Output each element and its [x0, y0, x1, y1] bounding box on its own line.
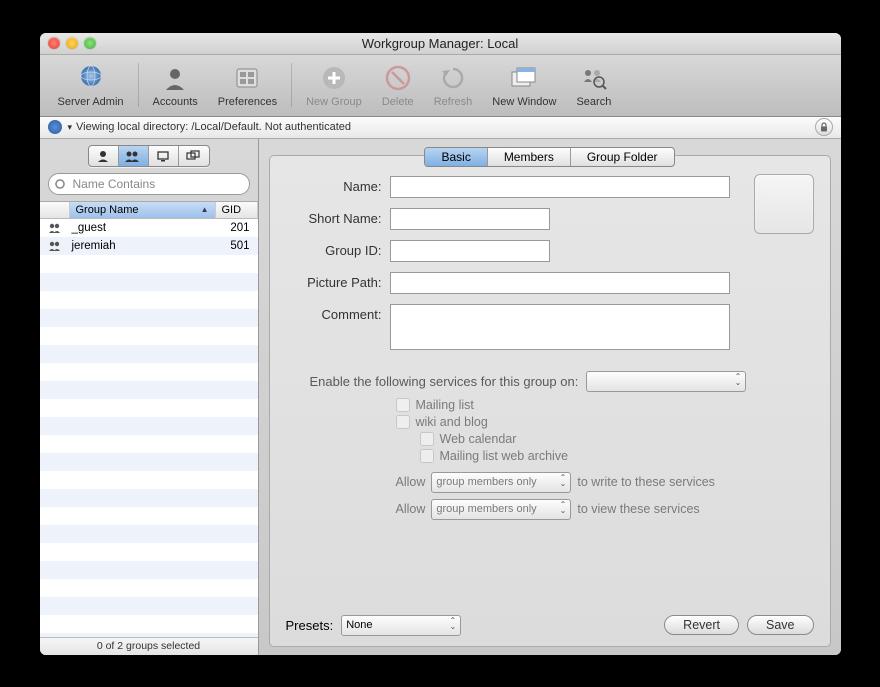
save-button[interactable]: Save	[747, 615, 814, 635]
globe-server-icon	[75, 62, 107, 94]
allow-view-label: Allow	[396, 502, 426, 516]
allow-view-suffix: to view these services	[577, 502, 699, 516]
window-close-button[interactable]	[48, 37, 60, 49]
toolbar-label: Accounts	[153, 96, 198, 108]
body: Group Name ▲ GID _guest 201	[40, 139, 841, 655]
toolbar-search[interactable]: Search	[566, 55, 621, 116]
tab-group-folder[interactable]: Group Folder	[571, 148, 674, 166]
name-label: Name:	[286, 176, 390, 194]
short-name-field[interactable]	[390, 208, 550, 230]
content: Basic Members Group Folder Name: Short N…	[259, 139, 841, 655]
person-icon	[159, 62, 191, 94]
toolbar-new-group[interactable]: New Group	[296, 55, 372, 116]
toolbar-label: New Group	[306, 96, 362, 108]
computer-groups-filter-tab[interactable]	[179, 146, 209, 166]
toolbar-label: Server Admin	[58, 96, 124, 108]
presets-select[interactable]: None	[341, 615, 461, 636]
table-row[interactable]: _guest 201	[40, 219, 258, 237]
group-id-label: Group ID:	[286, 240, 390, 258]
mailing-list-checkbox-row: Mailing list	[396, 398, 814, 412]
toolbar-new-window[interactable]: New Window	[482, 55, 566, 116]
picture-path-label: Picture Path:	[286, 272, 390, 290]
row-name: _guest	[70, 222, 216, 234]
group-icon	[40, 221, 70, 235]
group-table: Group Name ▲ GID _guest 201	[40, 201, 258, 637]
table-row[interactable]: jeremiah 501	[40, 237, 258, 255]
revert-button[interactable]: Revert	[664, 615, 739, 635]
allow-write-select[interactable]: group members only	[431, 472, 571, 493]
toolbar-accounts[interactable]: Accounts	[143, 55, 208, 116]
table-body[interactable]: _guest 201 jeremiah 501	[40, 219, 258, 637]
mailing-list-checkbox[interactable]	[396, 398, 410, 412]
preferences-icon	[231, 62, 263, 94]
detail-tabs: Basic Members Group Folder	[424, 147, 674, 167]
wiki-blog-checkbox-row: wiki and blog	[396, 415, 814, 429]
window-minimize-button[interactable]	[66, 37, 78, 49]
services-server-select[interactable]	[586, 371, 746, 392]
name-field[interactable]	[390, 176, 730, 198]
refresh-icon	[437, 62, 469, 94]
sidebar: Group Name ▲ GID _guest 201	[40, 139, 259, 655]
computers-filter-tab[interactable]	[149, 146, 179, 166]
window-zoom-button[interactable]	[84, 37, 96, 49]
tab-members[interactable]: Members	[488, 148, 571, 166]
comment-field[interactable]	[390, 304, 730, 350]
delete-circle-icon	[382, 62, 414, 94]
toolbar-delete[interactable]: Delete	[372, 55, 424, 116]
mailing-archive-checkbox-row: Mailing list web archive	[420, 449, 814, 463]
search-people-icon	[578, 62, 610, 94]
group-icon	[40, 239, 70, 253]
toolbar-preferences[interactable]: Preferences	[208, 55, 287, 116]
web-calendar-checkbox-row: Web calendar	[420, 432, 814, 446]
comment-label: Comment:	[286, 304, 390, 322]
toolbar-label: Search	[576, 96, 611, 108]
column-icon[interactable]	[40, 202, 70, 218]
allow-write-label: Allow	[396, 475, 426, 489]
directory-status-text: Viewing local directory: /Local/Default.…	[76, 121, 351, 133]
table-header: Group Name ▲ GID	[40, 202, 258, 219]
selection-status: 0 of 2 groups selected	[40, 637, 258, 655]
window-title: Workgroup Manager: Local	[40, 36, 841, 51]
column-gid[interactable]: GID	[216, 202, 258, 218]
toolbar-label: Delete	[382, 96, 414, 108]
toolbar-server-admin[interactable]: Server Admin	[48, 55, 134, 116]
group-id-field[interactable]	[390, 240, 550, 262]
new-window-icon	[508, 62, 540, 94]
allow-view-select[interactable]: group members only	[431, 499, 571, 520]
mailing-archive-checkbox[interactable]	[420, 449, 434, 463]
web-calendar-checkbox[interactable]	[420, 432, 434, 446]
toolbar: Server Admin Accounts Preferences New Gr…	[40, 55, 841, 117]
group-picture[interactable]	[754, 174, 814, 234]
presets-label: Presets:	[286, 618, 334, 633]
row-name: jeremiah	[70, 240, 216, 252]
window: Workgroup Manager: Local Server Admin Ac…	[40, 33, 841, 655]
row-gid: 201	[216, 222, 258, 234]
picture-path-field[interactable]	[390, 272, 730, 294]
toolbar-label: Preferences	[218, 96, 277, 108]
toolbar-refresh[interactable]: Refresh	[424, 55, 483, 116]
lock-button[interactable]	[815, 118, 833, 136]
titlebar: Workgroup Manager: Local	[40, 33, 841, 55]
column-group-name[interactable]: Group Name ▲	[70, 202, 216, 218]
services-enable-label: Enable the following services for this g…	[310, 374, 579, 389]
users-filter-tab[interactable]	[89, 146, 119, 166]
directory-status-bar: ▾ Viewing local directory: /Local/Defaul…	[40, 117, 841, 139]
toolbar-label: Refresh	[434, 96, 473, 108]
search-input[interactable]	[48, 173, 250, 195]
allow-write-suffix: to write to these services	[577, 475, 715, 489]
tab-basic[interactable]: Basic	[425, 148, 487, 166]
wiki-blog-checkbox[interactable]	[396, 415, 410, 429]
account-type-selector	[88, 145, 210, 167]
plus-circle-icon	[318, 62, 350, 94]
row-gid: 501	[216, 240, 258, 252]
basic-pane: Name: Short Name: Group ID: Picture Path…	[269, 155, 831, 647]
toolbar-label: New Window	[492, 96, 556, 108]
short-name-label: Short Name:	[286, 208, 390, 226]
directory-globe-icon[interactable]	[48, 120, 62, 134]
groups-filter-tab[interactable]	[119, 146, 149, 166]
